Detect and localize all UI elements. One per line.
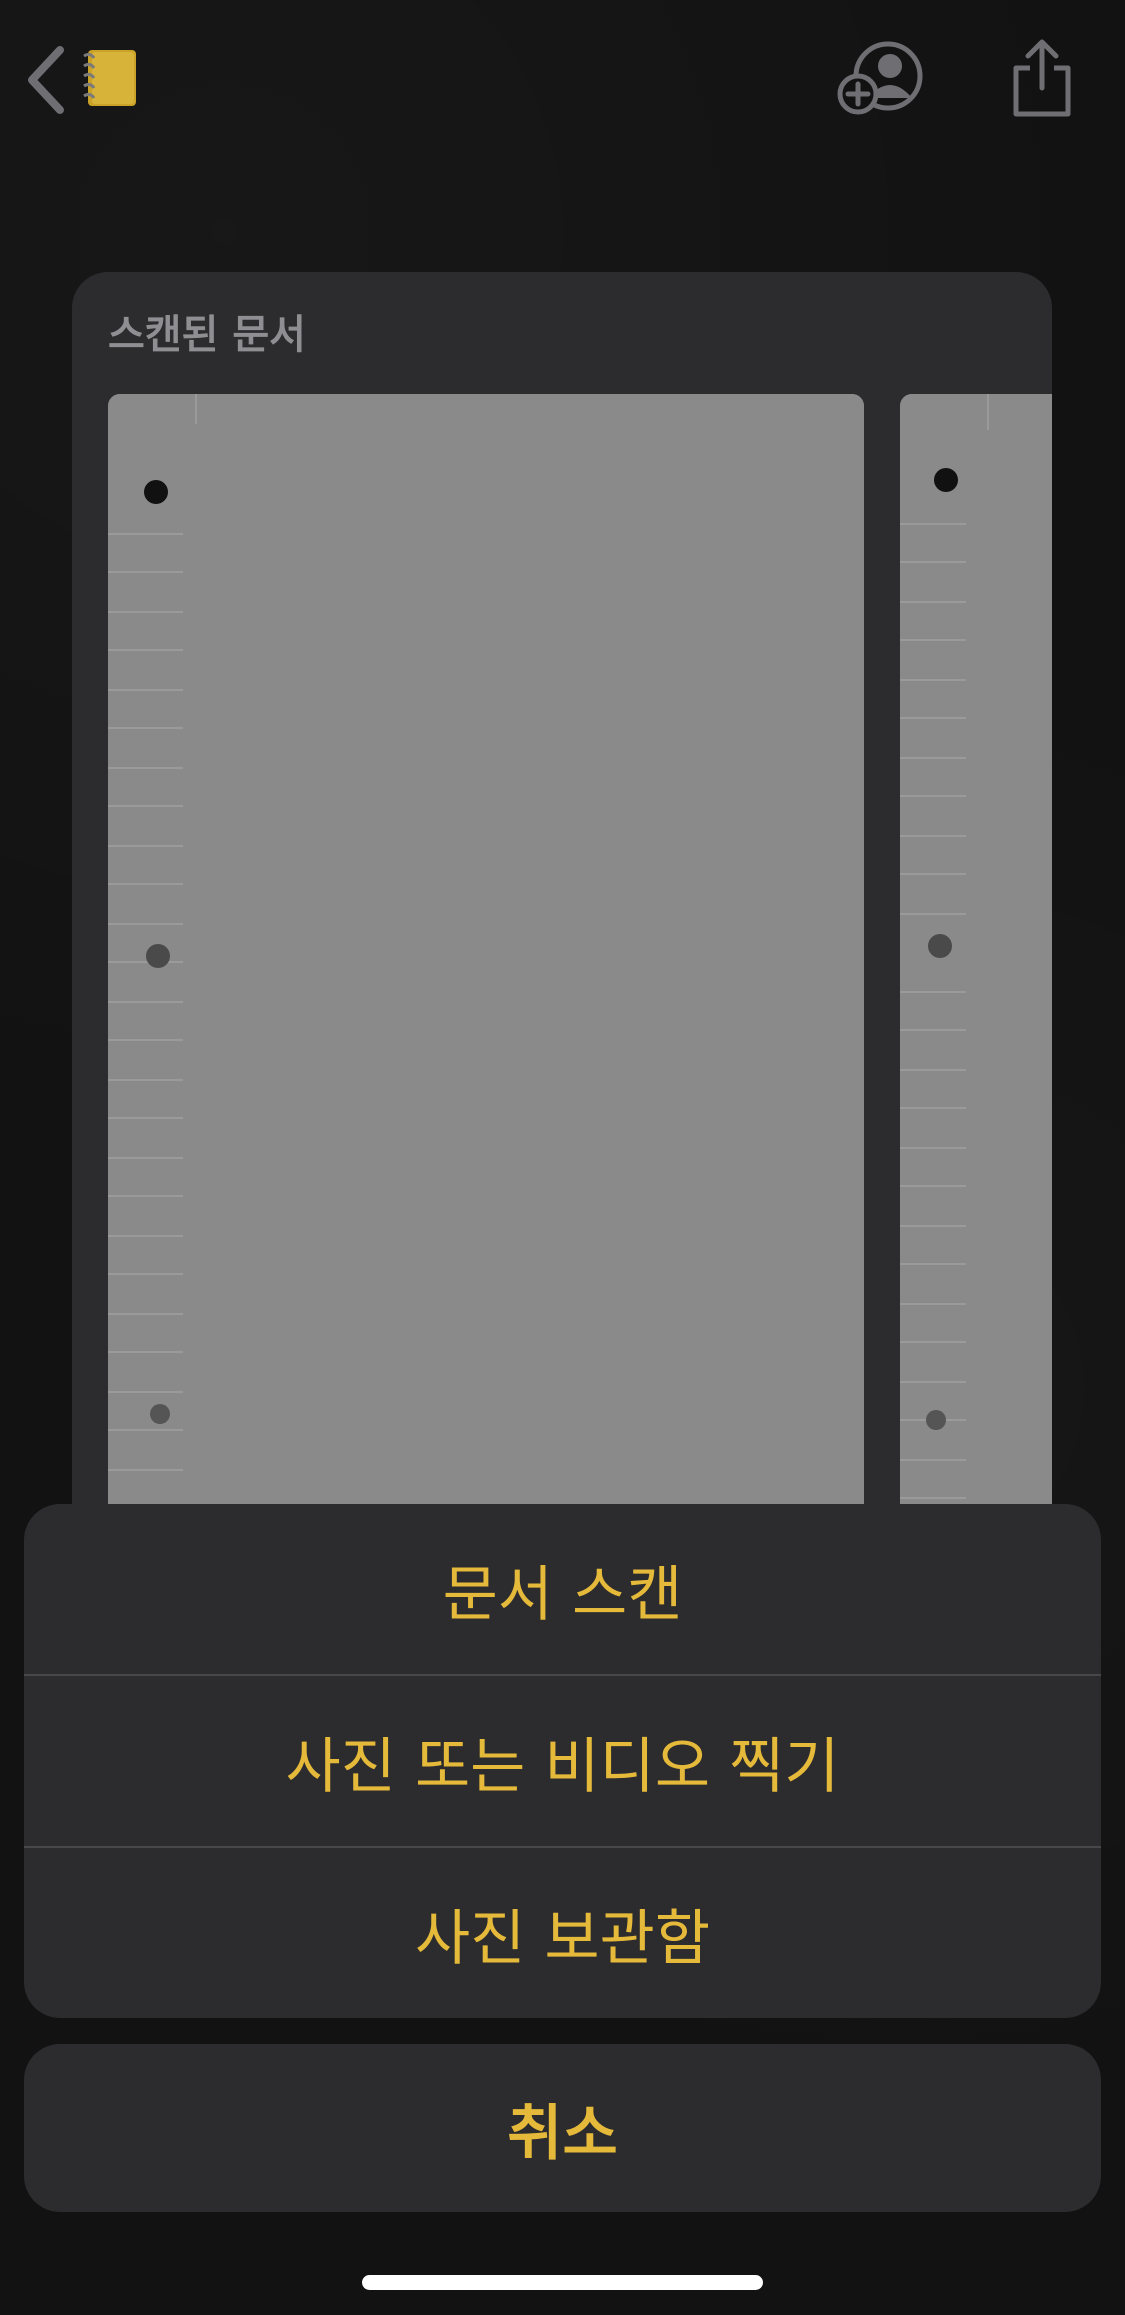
scan-documents-button[interactable]: 문서 스캔 [24, 1504, 1101, 1674]
scanned-page-thumbnail[interactable] [108, 394, 864, 1572]
add-collaborator-button[interactable] [836, 36, 936, 116]
cancel-button[interactable]: 취소 [24, 2044, 1101, 2212]
home-indicator[interactable] [362, 2275, 763, 2290]
top-toolbar [0, 0, 1125, 160]
share-button[interactable] [1006, 36, 1078, 120]
page-paper-image [900, 394, 1052, 1572]
chevron-left-icon [28, 46, 64, 114]
scanned-page-thumbnail[interactable] [900, 394, 1052, 1572]
back-button[interactable] [22, 42, 72, 118]
person-add-icon [837, 41, 923, 115]
page-paper-image [108, 394, 864, 1572]
share-icon [1013, 39, 1071, 117]
card-title: 스캔된 문서 [108, 312, 306, 358]
notebook-icon [80, 46, 138, 108]
action-sheet: 문서 스캔 사진 또는 비디오 찍기 사진 보관함 [24, 1504, 1101, 2018]
photo-library-button[interactable]: 사진 보관함 [24, 1848, 1101, 2018]
scanned-documents-card: 스캔된 문서 [72, 272, 1052, 1572]
take-photo-or-video-button[interactable]: 사진 또는 비디오 찍기 [24, 1676, 1101, 1846]
